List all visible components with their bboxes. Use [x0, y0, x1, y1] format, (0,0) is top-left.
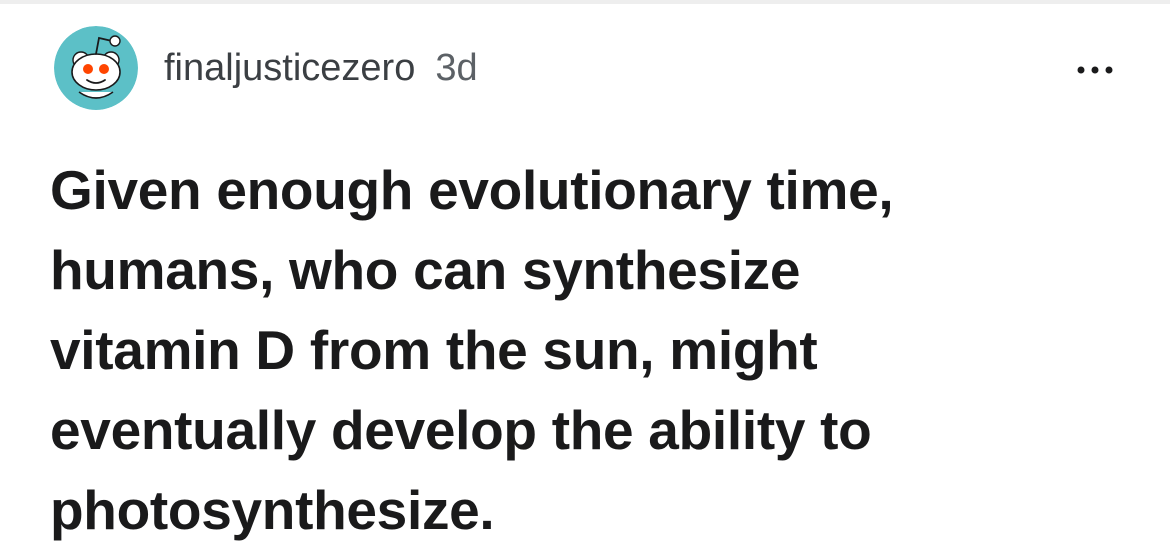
post-body-line-5: photosynthesize. — [50, 479, 495, 541]
author-meta: finaljusticezero 3d — [164, 49, 478, 87]
post-body: Given enough evolutionary time, humans, … — [50, 150, 1120, 550]
more-horizontal-icon — [1077, 66, 1113, 74]
post-header: finaljusticezero 3d — [54, 24, 478, 112]
reddit-snoo-avatar-icon[interactable] — [54, 26, 138, 110]
more-options-button[interactable] — [1068, 56, 1122, 84]
post-body-line-1: Given enough evolutionary time, — [50, 159, 894, 221]
post-card[interactable]: finaljusticezero 3d Given enough evoluti… — [0, 4, 1170, 541]
post-body-line-3: vitamin D from the sun, might — [50, 319, 818, 381]
post-body-line-4: eventually develop the ability to — [50, 399, 872, 461]
post-age: 3d — [435, 47, 478, 89]
author-username[interactable]: finaljusticezero — [164, 49, 415, 87]
post-body-line-2: humans, who can synthesize — [50, 239, 801, 301]
